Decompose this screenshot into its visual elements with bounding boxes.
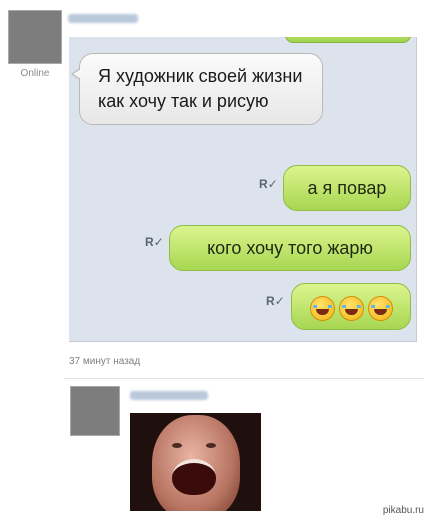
outgoing-message: а я повар [283, 165, 411, 211]
outgoing-message: кого хочу того жарю [169, 225, 411, 271]
read-receipt-icon: R✓ [259, 177, 278, 191]
photo-eye [206, 443, 216, 448]
online-status: Online [20, 68, 50, 79]
face-with-tears-of-joy-icon [367, 296, 393, 321]
post-timestamp[interactable]: 37 минут назад [69, 356, 140, 367]
photo-mouth [172, 459, 216, 495]
photo-eye [172, 443, 182, 448]
incoming-message: Я художник своей жизни как хочу так и ри… [71, 53, 323, 125]
commenter-name-blurred[interactable] [130, 391, 208, 400]
outgoing-bubble-cropped [285, 37, 411, 43]
outgoing-emoji-message [291, 283, 411, 330]
read-receipt-icon: R✓ [145, 235, 164, 249]
comment-photo[interactable] [130, 413, 261, 511]
chat-screenshot: Я художник своей жизни как хочу так и ри… [69, 37, 417, 342]
watermark: pikabu.ru [382, 505, 424, 516]
avatar-sender[interactable] [8, 10, 62, 64]
face-with-tears-of-joy-icon [338, 296, 364, 321]
face-with-tears-of-joy-icon [309, 296, 335, 321]
avatar-commenter[interactable] [70, 386, 120, 436]
sender-name-blurred[interactable] [68, 14, 138, 23]
comment-divider [64, 378, 424, 379]
read-receipt-icon: R✓ [266, 294, 285, 308]
